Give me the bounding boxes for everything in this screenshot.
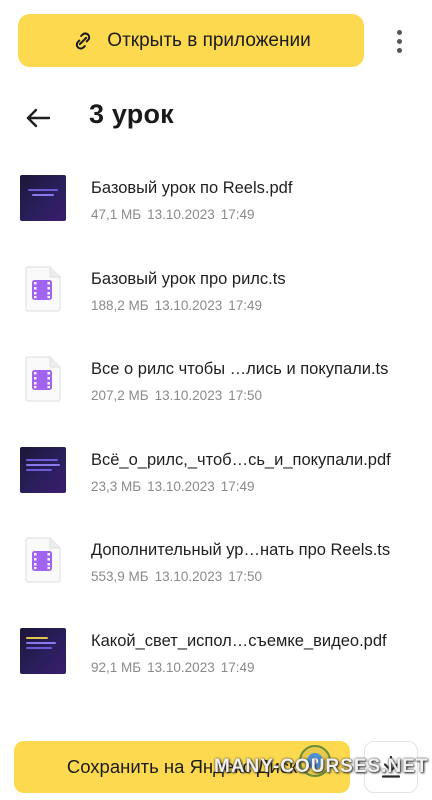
file-list: Базовый урок по Reels.pdf 47,1 МБ 13.10.2… (0, 153, 432, 696)
file-meta: 23,3 МБ 13.10.2023 17:49 (91, 478, 255, 494)
file-name: Всё_о_рилс,_чтоб…сь_и_покупали.pdf (91, 450, 391, 469)
open-in-app-label: Открыть в приложении (107, 29, 311, 51)
file-name: Дополнительный ур…нать про Reels.ts (91, 541, 391, 559)
file-meta: 207,2 МБ 13.10.2023 17:50 (91, 388, 263, 403)
video-file-icon (25, 537, 61, 583)
file-meta: 47,1 МБ 13.10.2023 17:49 (91, 207, 255, 222)
file-meta: 92,1 МБ 13.10.2023 17:49 (91, 659, 255, 675)
file-name: Все о рилс чтобы …лись и покупали.ts (91, 360, 389, 378)
back-button[interactable] (20, 102, 56, 134)
file-name: Базовый урок по Reels.pdf (91, 179, 293, 197)
pdf-thumbnail (20, 446, 66, 493)
file-item[interactable]: Базовый урок по Reels.pdf 47,1 МБ 13.10.2… (0, 153, 432, 244)
page-header: 3 урок (0, 90, 432, 146)
open-in-app-button[interactable]: Открыть в приложении (18, 14, 364, 67)
arrow-left-icon (26, 108, 51, 128)
pdf-thumbnail (20, 627, 66, 674)
top-bar: Открыть в приложении (0, 0, 432, 80)
page-title: 3 урок (89, 99, 174, 129)
file-meta: 188,2 МБ 13.10.2023 17:49 (91, 297, 263, 313)
more-vertical-icon[interactable] (384, 26, 414, 56)
pdf-thumbnail (20, 175, 66, 221)
watermark-text: MANY-COURSES.NET (214, 756, 429, 777)
file-item[interactable]: Всё_о_рилс,_чтоб…сь_и_покупали.pdf 23,3 … (0, 425, 432, 516)
file-item[interactable]: Дополнительный ур…нать про Reels.ts 553,… (0, 515, 432, 606)
file-item[interactable]: Все о рилс чтобы …лись и покупали.ts 207… (0, 334, 432, 425)
video-file-icon (25, 356, 61, 402)
file-item[interactable]: Базовый урок про рилс.ts 188,2 МБ 13.10.2… (0, 244, 432, 335)
file-name: Базовый урок про рилс.ts (91, 269, 286, 288)
video-file-icon (25, 265, 61, 312)
file-name: Какой_свет_испол…съемке_видео.pdf (91, 631, 387, 650)
file-item[interactable]: Какой_свет_испол…съемке_видео.pdf 92,1 М… (0, 606, 432, 697)
file-meta: 553,9 МБ 13.10.2023 17:50 (91, 569, 263, 584)
link-icon (71, 29, 95, 53)
